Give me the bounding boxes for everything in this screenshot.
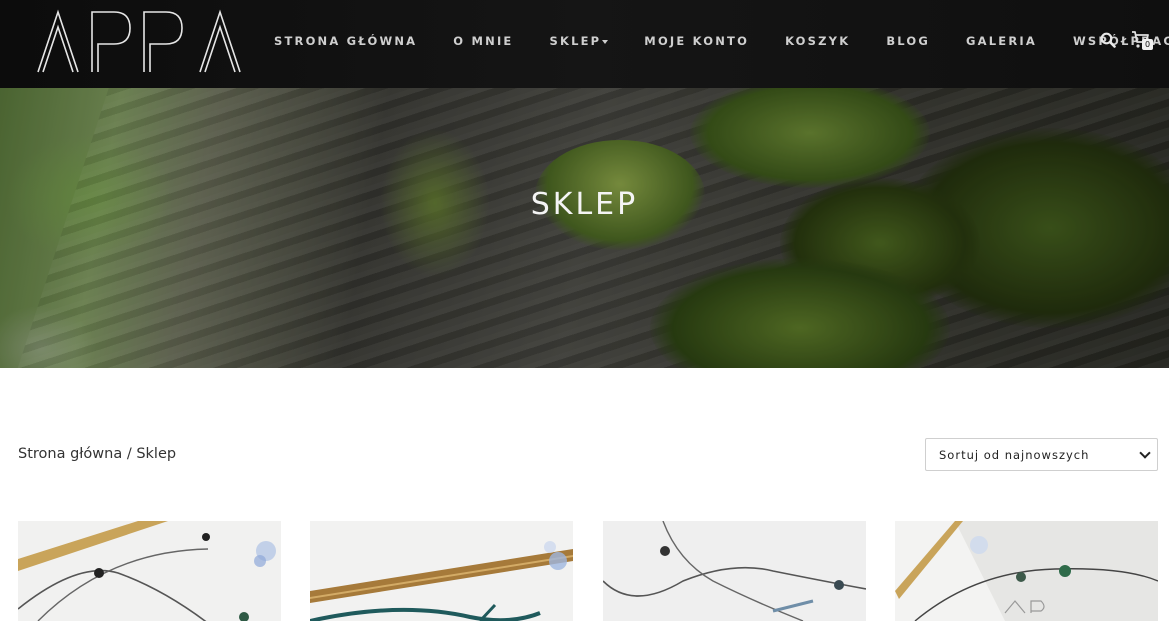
nav-item-sklep[interactable]: SKLEP [549, 34, 609, 48]
product-photo [310, 521, 573, 621]
nav-item-label: SKLEP [549, 34, 602, 48]
nav-item-label: STRONA GŁÓWNA [274, 34, 418, 48]
site-logo[interactable] [36, 8, 246, 76]
nav-item-label: MOJE KONTO [644, 34, 750, 48]
appa-logo-graphic [37, 9, 241, 73]
nav-item-moje-konto[interactable]: MOJE KONTO [644, 34, 749, 48]
cart-count-badge: 0 [1142, 39, 1153, 50]
nav-item-label: KOSZYK [785, 34, 851, 48]
nav-item-label: BLOG [886, 34, 931, 48]
product-photo [895, 521, 1158, 621]
chevron-down-icon [602, 40, 609, 44]
sort-selected-value: Sortuj od najnowszych [939, 447, 1090, 462]
product-card-image[interactable] [603, 521, 866, 621]
nav-item-o-mnie[interactable]: O MNIE [453, 34, 513, 48]
product-card-image[interactable] [895, 521, 1158, 621]
nav-item-label: O MNIE [453, 34, 514, 48]
product-card-image[interactable] [310, 521, 573, 621]
product-photo [603, 521, 866, 621]
nav-item-strona-glowna[interactable]: STRONA GŁÓWNA [274, 34, 417, 48]
search-icon[interactable] [1100, 32, 1116, 48]
nav-item-label: GALERIA [966, 34, 1037, 48]
breadcrumb-separator: / [122, 446, 137, 462]
hero-banner: SKLEP [0, 88, 1169, 368]
page-title: SKLEP [530, 187, 639, 222]
nav-item-label: WSPÓŁPRACA [1072, 34, 1169, 48]
breadcrumb-current: Sklep [136, 446, 177, 462]
product-photo [18, 521, 281, 621]
nav-item-galeria[interactable]: GALERIA [966, 34, 1037, 48]
sort-select[interactable]: Sortuj od najnowszych [925, 438, 1158, 471]
breadcrumb: Strona główna / Sklep [18, 446, 176, 462]
breadcrumb-home-link[interactable]: Strona główna [18, 446, 122, 462]
chevron-down-icon [1139, 446, 1151, 459]
nav-item-wspolpraca[interactable]: WSPÓŁPRACA [1073, 34, 1169, 48]
cart-icon[interactable]: 0 [1130, 29, 1154, 53]
product-card-image[interactable] [18, 521, 281, 621]
main-nav: STRONA GŁÓWNA O MNIE SKLEP MOJE KONTO KO… [256, 0, 1169, 82]
site-header: STRONA GŁÓWNA O MNIE SKLEP MOJE KONTO KO… [0, 0, 1169, 88]
nav-item-blog[interactable]: BLOG [886, 34, 930, 48]
hero-overlay [0, 88, 1169, 368]
nav-item-koszyk[interactable]: KOSZYK [785, 34, 850, 48]
